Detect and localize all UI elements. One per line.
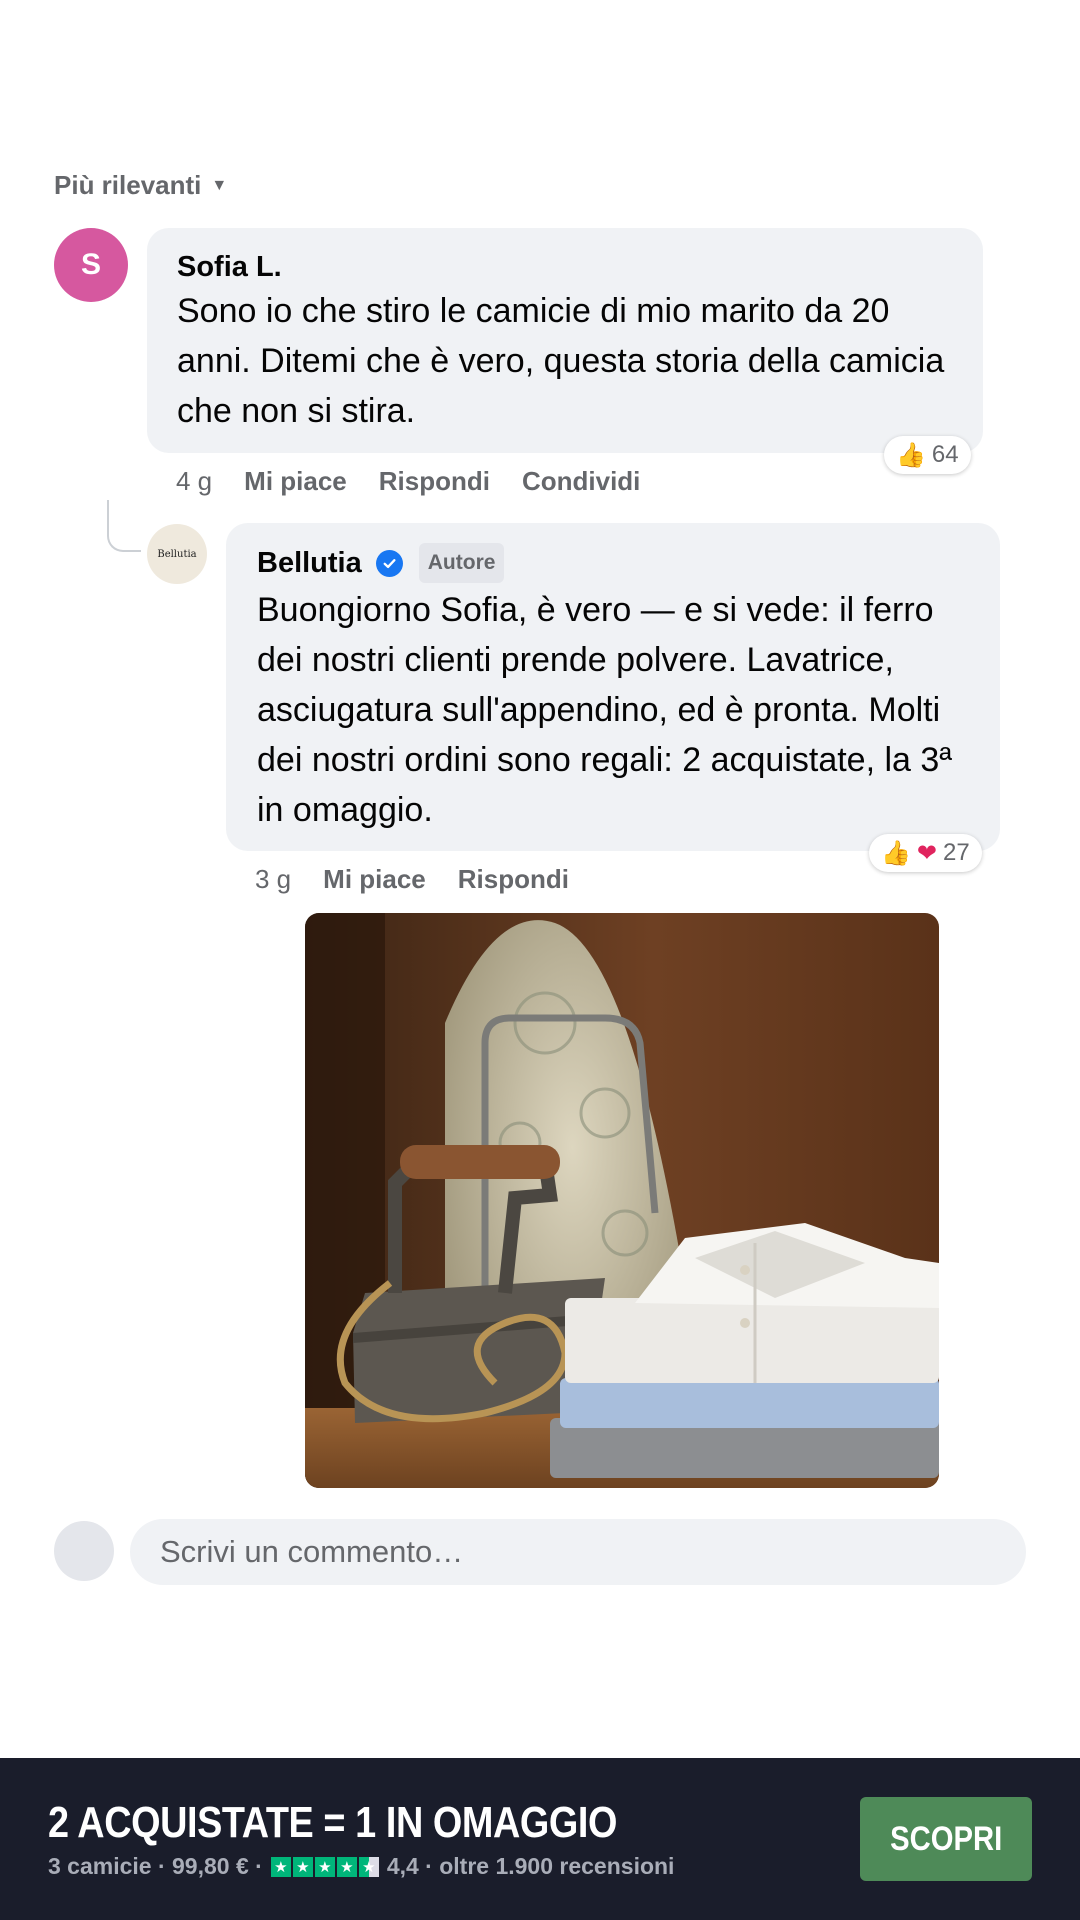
sort-label: Più rilevanti (54, 170, 202, 200)
verified-badge-icon (375, 549, 403, 577)
reactions-summary[interactable]: 👍 64 (884, 436, 971, 474)
reply-author-row: Bellutia Autore (257, 543, 969, 583)
star-icon: ★ (336, 1856, 357, 1877)
caret-down-icon: ▼ (211, 176, 228, 194)
promo-title: 2 ACQUISTATE = 1 IN OMAGGIO (48, 1798, 618, 1847)
brand-logo: Bellutia (157, 548, 197, 560)
avatar[interactable]: Bellutia (147, 524, 207, 584)
like-icon: 👍 (881, 839, 911, 867)
reply-photo[interactable] (305, 913, 939, 1488)
my-avatar (54, 1521, 114, 1581)
star-icon: ★ (314, 1856, 335, 1877)
discover-button[interactable]: SCOPRI (860, 1797, 1032, 1881)
comment-text: Sono io che stiro le camicie di mio mari… (177, 292, 945, 430)
half-star-icon: ★ (358, 1856, 379, 1877)
promo-rating: 4,4 · oltre 1.900 recensioni (386, 1853, 675, 1879)
reactions-summary[interactable]: 👍 ❤ 27 (869, 834, 982, 872)
discover-button-label: SCOPRI (889, 1819, 1003, 1858)
comment-actions: 4 g Mi piace Rispondi Condividi (176, 466, 640, 497)
comment-author[interactable]: Sofia L. (177, 250, 953, 284)
promo-subtitle: 3 camicie · 99,80 € · ★ ★ ★ ★ ★ 4,4 · ol… (48, 1853, 674, 1880)
reply-text: Buongiorno Sofia, è vero — e si vede: il… (257, 591, 952, 829)
heart-icon: ❤ (916, 839, 937, 867)
like-button[interactable]: Mi piace (323, 864, 426, 895)
author-badge: Autore (418, 543, 505, 583)
reply-actions: 3 g Mi piace Rispondi (255, 864, 569, 895)
star-icon: ★ (292, 1856, 313, 1877)
promo-price: 3 camicie · 99,80 € · (48, 1853, 263, 1879)
reply-time[interactable]: 3 g (255, 864, 291, 895)
avatar[interactable]: S (54, 228, 128, 302)
like-icon: 👍 (896, 441, 926, 469)
comment-time[interactable]: 4 g (176, 466, 212, 497)
share-button[interactable]: Condividi (522, 466, 640, 497)
reactions-count: 64 (931, 441, 959, 468)
rating-stars: ★ ★ ★ ★ ★ (270, 1856, 379, 1877)
reply-button[interactable]: Rispondi (379, 466, 490, 497)
star-icon: ★ (270, 1856, 291, 1877)
like-button[interactable]: Mi piace (244, 466, 347, 497)
reactions-count: 27 (943, 839, 970, 866)
promo-banner: 2 ACQUISTATE = 1 IN OMAGGIO 3 camicie · … (0, 1758, 1080, 1920)
reply-author[interactable]: Bellutia (257, 546, 362, 580)
reply-bubble: Bellutia Autore Buongiorno Sofia, è vero… (226, 523, 1000, 851)
reply-button[interactable]: Rispondi (458, 864, 569, 895)
thread-connector (107, 500, 141, 552)
sort-dropdown[interactable]: Più rilevanti ▼ (54, 170, 227, 201)
comment-input[interactable] (130, 1519, 1026, 1585)
comment-bubble: Sofia L. Sono io che stiro le camicie di… (147, 228, 983, 453)
